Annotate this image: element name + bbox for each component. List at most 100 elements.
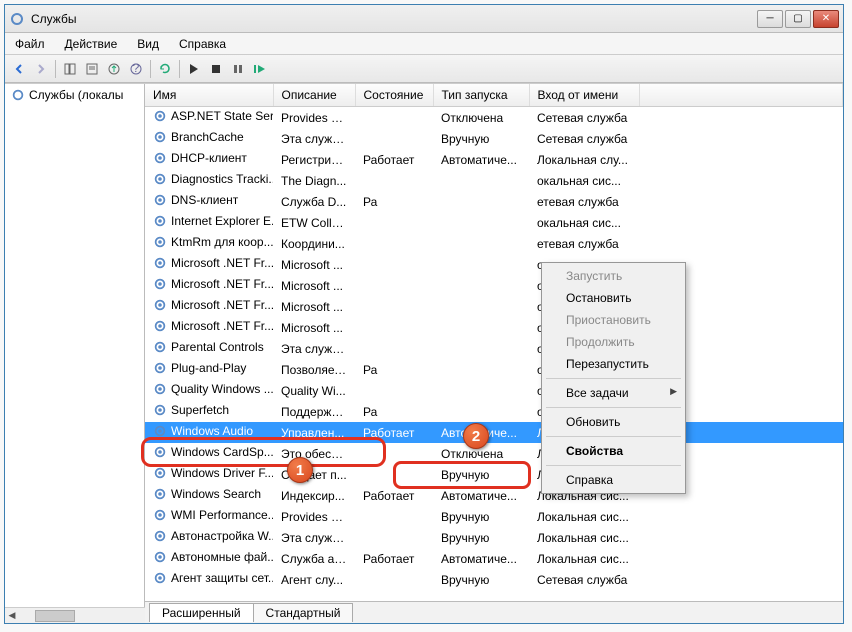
service-row[interactable]: Quality Windows ...Quality Wi...окальная… [145,380,843,401]
tree-label: Службы (локалы [29,88,123,102]
service-name: Windows Driver F... [171,466,273,480]
tree-services-local[interactable]: Службы (локалы [5,84,144,106]
minimize-button[interactable]: ─ [757,10,783,28]
refresh-button[interactable] [155,59,175,79]
service-state [355,380,433,401]
col-filler [639,84,843,107]
service-state: Работает [355,149,433,170]
service-state [355,254,433,275]
show-hide-button[interactable] [60,59,80,79]
toolbar-sep-3 [179,60,180,78]
help-button[interactable]: ? [126,59,146,79]
ctx-stop[interactable]: Остановить [544,287,683,309]
service-startup [433,338,529,359]
service-row[interactable]: Microsoft .NET Fr...Microsoft ...окальна… [145,254,843,275]
service-startup [433,170,529,191]
ctx-resume[interactable]: Продолжить [544,331,683,353]
properties-button[interactable] [82,59,102,79]
service-row[interactable]: Internet Explorer E...ETW Colle...окальн… [145,212,843,233]
ctx-restart[interactable]: Перезапустить [544,353,683,375]
ctx-sep-1 [546,378,681,379]
service-row[interactable]: Microsoft .NET Fr...Microsoft ...окальна… [145,317,843,338]
service-row[interactable]: ASP.NET State Ser...Provides s...Отключе… [145,107,843,129]
ctx-refresh[interactable]: Обновить [544,411,683,433]
service-state [355,107,433,129]
service-row[interactable]: WMI Performance...Provides p...ВручнуюЛо… [145,506,843,527]
col-state[interactable]: Состояние [355,84,433,107]
service-state [355,443,433,464]
titlebar[interactable]: Службы ─ ▢ ✕ [5,5,843,33]
menu-help[interactable]: Справка [169,34,236,54]
svg-text:?: ? [133,62,140,75]
service-desc: Агент слу... [273,569,355,590]
toolbar-sep-2 [150,60,151,78]
right-panel: Имя Описание Состояние Тип запуска Вход … [145,84,843,623]
back-button[interactable] [9,59,29,79]
ctx-start[interactable]: Запустить [544,265,683,287]
service-state [355,212,433,233]
service-logon: етевая служба [529,191,639,212]
service-row[interactable]: SuperfetchПоддержи...Раокальная сис... [145,401,843,422]
service-row[interactable]: Microsoft .NET Fr...Microsoft ...окальна… [145,296,843,317]
service-row[interactable]: KtmRm для коор...Координи...етевая служб… [145,233,843,254]
service-logon: Сетевая служба [529,569,639,590]
service-row[interactable]: Microsoft .NET Fr...Microsoft ...окальна… [145,275,843,296]
tab-extended[interactable]: Расширенный [149,603,254,622]
service-desc: Управлен... [273,422,355,443]
service-name: WMI Performance... [171,508,273,522]
service-startup: Автоматиче... [433,485,529,506]
ctx-properties[interactable]: Свойства [544,440,683,462]
context-menu: Запустить Остановить Приостановить Продо… [541,262,686,494]
service-startup: Автоматиче... [433,422,529,443]
service-row[interactable]: Diagnostics Tracki...The Diagn...окальна… [145,170,843,191]
service-logon: Сетевая служба [529,107,639,129]
service-row[interactable]: Windows CardSp...Это обесп...ОтключенаЛо… [145,443,843,464]
restart-service-button[interactable] [250,59,270,79]
col-name[interactable]: Имя [145,84,273,107]
service-state [355,317,433,338]
col-logon[interactable]: Вход от имени [529,84,639,107]
ctx-all-tasks[interactable]: Все задачи [544,382,683,404]
menu-action[interactable]: Действие [55,34,128,54]
service-name: Агент защиты сет... [171,571,273,585]
col-desc[interactable]: Описание [273,84,355,107]
service-name: Superfetch [171,403,229,417]
service-desc: Provides s... [273,107,355,129]
service-state: Работает [355,548,433,569]
service-state [355,527,433,548]
service-row[interactable]: DHCP-клиентРегистрир...РаботаетАвтоматич… [145,149,843,170]
service-row[interactable]: Windows AudioУправлен...РаботаетАвтомати… [145,422,843,443]
service-row[interactable]: Автономные фай...Служба ав...РаботаетАвт… [145,548,843,569]
menu-file[interactable]: Файл [5,34,55,54]
service-row[interactable]: Windows SearchИндексир...РаботаетАвтомат… [145,485,843,506]
tab-standard[interactable]: Стандартный [253,603,354,622]
close-button[interactable]: ✕ [813,10,839,28]
pause-service-button[interactable] [228,59,248,79]
service-name: Internet Explorer E... [171,214,273,228]
service-name: KtmRm для коор... [171,235,273,249]
start-service-button[interactable] [184,59,204,79]
forward-button[interactable] [31,59,51,79]
service-row[interactable]: Автонастройка W...Эта служб...ВручнуюЛок… [145,527,843,548]
left-scrollbar[interactable]: ◀ [5,607,145,623]
service-row[interactable]: DNS-клиентСлужба D...Раетевая служба [145,191,843,212]
ctx-pause[interactable]: Приостановить [544,309,683,331]
service-row[interactable]: BranchCacheЭта служб...ВручнуюСетевая сл… [145,128,843,149]
col-startup[interactable]: Тип запуска [433,84,529,107]
service-startup: Автоматиче... [433,149,529,170]
menu-view[interactable]: Вид [127,34,169,54]
services-table-wrap[interactable]: Имя Описание Состояние Тип запуска Вход … [145,84,843,601]
left-tree-panel[interactable]: Службы (локалы [5,84,145,607]
export-button[interactable] [104,59,124,79]
service-row[interactable]: Агент защиты сет...Агент слу...ВручнуюСе… [145,569,843,590]
service-row[interactable]: Parental ControlsЭта служб...окальная сл… [145,338,843,359]
ctx-help[interactable]: Справка [544,469,683,491]
stop-service-button[interactable] [206,59,226,79]
service-desc: Позволяет... [273,359,355,380]
service-logon: Сетевая служба [529,128,639,149]
service-row[interactable]: Windows Driver F...Создает п...ВручнуюЛо… [145,464,843,485]
service-row[interactable]: Plug-and-PlayПозволяет...Раокальная сис.… [145,359,843,380]
maximize-button[interactable]: ▢ [785,10,811,28]
service-desc: Регистрир... [273,149,355,170]
service-desc: Microsoft ... [273,317,355,338]
